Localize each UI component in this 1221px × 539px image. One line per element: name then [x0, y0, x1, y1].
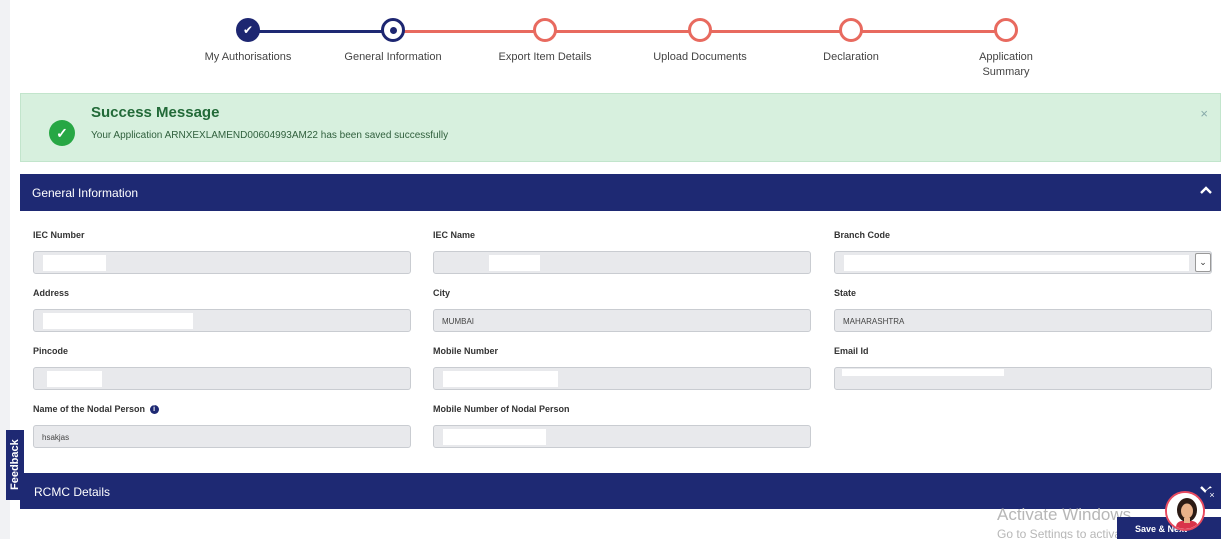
- iec-name-field: IEC Name: [433, 230, 811, 274]
- redaction-mask: [43, 255, 106, 271]
- rcmc-details-header[interactable]: RCMC Details: [20, 473, 1221, 509]
- field-label: Email Id: [834, 346, 869, 356]
- email-field: Email Id: [834, 346, 1212, 390]
- state-input[interactable]: MAHARASHTRA: [834, 309, 1212, 332]
- active-step-icon: [381, 18, 405, 42]
- redaction-mask: [43, 313, 193, 329]
- section-title: General Information: [32, 186, 139, 200]
- field-label: City: [433, 288, 451, 298]
- step-label: Application Summary: [926, 50, 1086, 80]
- general-information-header[interactable]: General Information: [20, 174, 1221, 211]
- step-label: Upload Documents: [653, 51, 747, 63]
- city-field: City MUMBAI: [433, 288, 811, 332]
- general-information-form: IEC Number IEC Name Branch Code ⌄ Addres…: [20, 216, 1221, 471]
- nodal-person-mobile-field: Mobile Number of Nodal Person: [433, 404, 811, 448]
- pincode-field: Pincode: [33, 346, 411, 390]
- alert-message: Your Application ARNXEXLAMEND00604993AM2…: [91, 130, 449, 141]
- nodal-person-name-input[interactable]: hsakjas: [33, 425, 411, 448]
- pending-step-icon: [533, 18, 557, 42]
- step-label: My Authorisations: [204, 51, 292, 63]
- field-label: IEC Name: [433, 230, 476, 240]
- step-application-summary[interactable]: Application Summary: [926, 18, 1086, 80]
- mobile-number-field: Mobile Number: [433, 346, 811, 390]
- step-export-item-details[interactable]: Export Item Details: [465, 18, 625, 65]
- redaction-mask: [443, 371, 558, 387]
- close-icon[interactable]: ×: [1200, 106, 1208, 121]
- redaction-mask: [443, 429, 546, 445]
- field-label: State: [834, 288, 857, 298]
- branch-code-field: Branch Code ⌄: [834, 230, 1212, 274]
- section-title: RCMC Details: [34, 485, 111, 499]
- field-label: Mobile Number: [433, 346, 499, 356]
- address-field: Address: [33, 288, 411, 332]
- success-alert: ✓ Success Message Your Application ARNXE…: [20, 93, 1221, 162]
- activate-windows-watermark: Activate Windows: [997, 505, 1132, 524]
- pending-step-icon: [994, 18, 1018, 42]
- alert-title: Success Message: [91, 104, 220, 121]
- field-label: IEC Number: [33, 230, 85, 240]
- field-label: Address: [33, 288, 70, 298]
- step-upload-documents[interactable]: Upload Documents: [620, 18, 780, 65]
- step-label: Declaration: [823, 51, 879, 63]
- check-circle-icon: ✓: [49, 120, 75, 146]
- step-label: General Information: [344, 51, 442, 63]
- city-input[interactable]: MUMBAI: [433, 309, 811, 332]
- feedback-tab[interactable]: Feedback: [6, 430, 24, 500]
- close-chat-icon[interactable]: ×: [1205, 488, 1219, 502]
- field-label: Pincode: [33, 346, 69, 356]
- chat-assistant-avatar[interactable]: [1165, 491, 1205, 531]
- pending-step-icon: [839, 18, 863, 42]
- step-label-line2: Summary: [982, 66, 1030, 78]
- pending-step-icon: [688, 18, 712, 42]
- field-label: Branch Code: [834, 230, 891, 240]
- redaction-mask: [844, 255, 1189, 271]
- nodal-person-name-field: Name of the Nodal Person i hsakjas: [33, 404, 411, 448]
- check-icon: ✔: [236, 18, 260, 42]
- info-icon[interactable]: i: [149, 405, 159, 415]
- redaction-mask: [842, 369, 1004, 376]
- step-label: Export Item Details: [498, 51, 592, 63]
- progress-stepper: ✔ My Authorisations General Information …: [10, 18, 1221, 88]
- chevron-down-icon[interactable]: ⌄: [1195, 253, 1211, 272]
- field-label: Name of the Nodal Person i: [33, 404, 411, 415]
- field-label-text: Name of the Nodal Person: [33, 404, 146, 414]
- field-label: Mobile Number of Nodal Person: [433, 404, 570, 414]
- iec-number-field: IEC Number: [33, 230, 411, 274]
- redaction-mask: [47, 371, 102, 387]
- redaction-mask: [489, 255, 540, 271]
- step-my-authorisations[interactable]: ✔ My Authorisations: [168, 18, 328, 65]
- state-field: State MAHARASHTRA: [834, 288, 1212, 332]
- step-label-line1: Application: [979, 51, 1033, 63]
- step-declaration[interactable]: Declaration: [771, 18, 931, 65]
- chevron-up-icon[interactable]: [1199, 183, 1213, 197]
- page: ✔ My Authorisations General Information …: [10, 0, 1221, 539]
- step-general-information[interactable]: General Information: [313, 18, 473, 65]
